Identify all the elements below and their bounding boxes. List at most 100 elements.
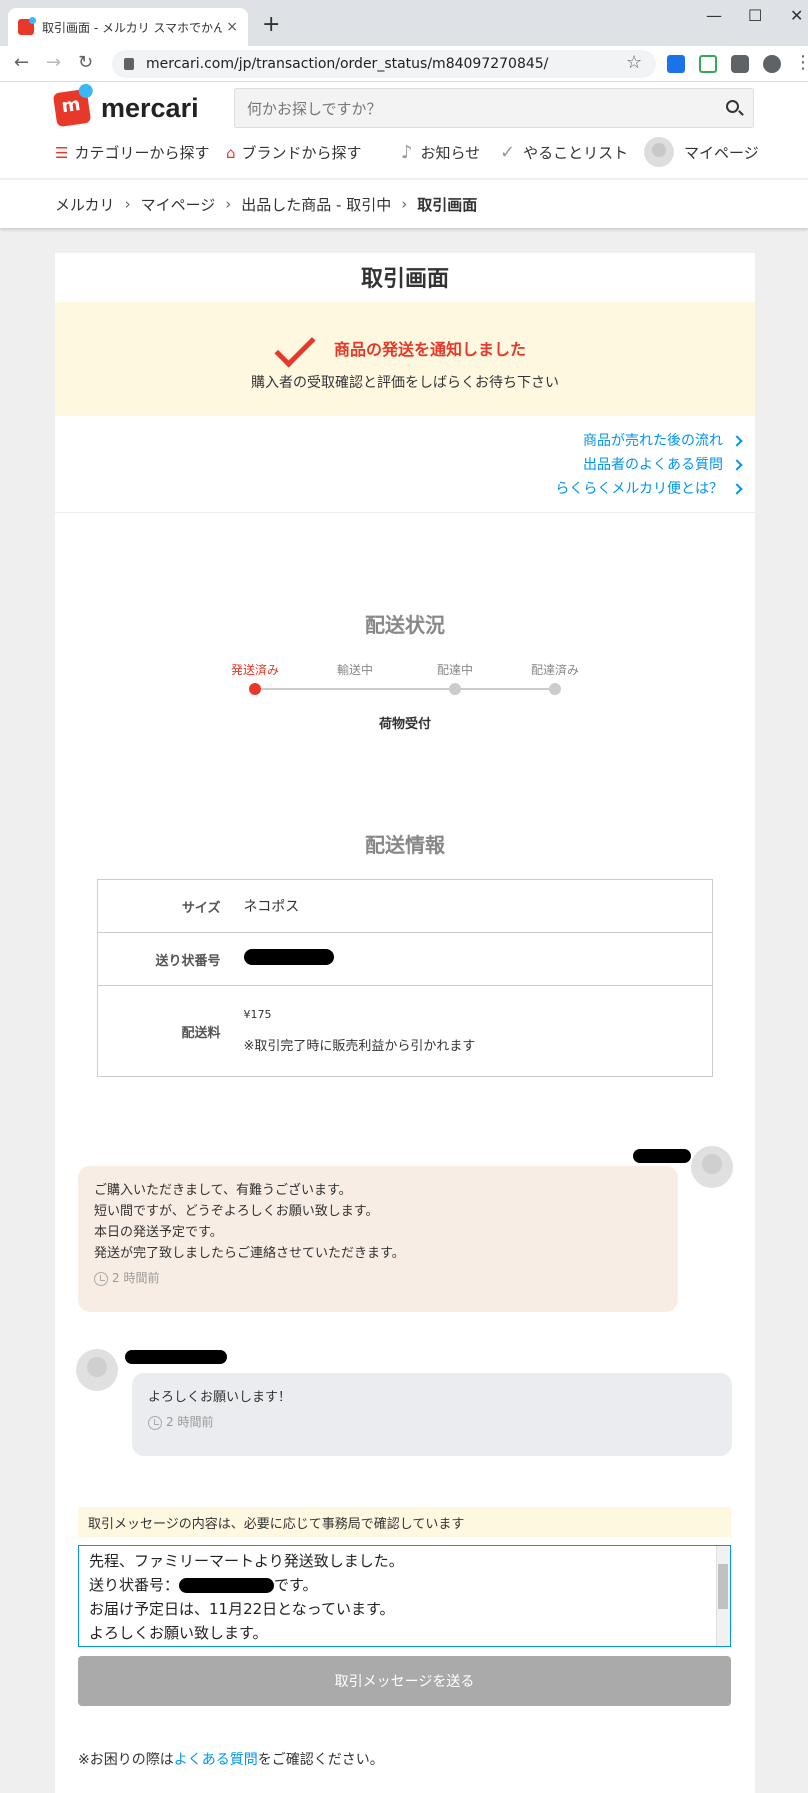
tab-title: 取引画面 - メルカリ スマホでかんたん フ [42, 20, 222, 35]
message-time: 2 時間前 [94, 1268, 662, 1289]
compose-line: お届け予定日は、11月22日となっています。 [89, 1600, 395, 1618]
tab-close-icon[interactable]: × [226, 19, 238, 35]
fee-label: 配送料 [97, 985, 243, 1077]
checkmark-icon [274, 326, 316, 368]
window-close-icon[interactable]: ✕ [790, 6, 803, 25]
message-line: 短い間ですが、どうぞよろしくお願い致します。 [94, 1204, 379, 1219]
chevron-right-icon [731, 459, 743, 471]
buyer-avatar [76, 1349, 118, 1391]
reload-icon[interactable]: ↻ [78, 52, 93, 73]
profile-icon[interactable] [763, 55, 781, 73]
transaction-card: 取引画面 商品の発送を通知しました 購入者の受取確認と評価をしばらくお待ち下さい… [55, 253, 755, 1793]
step-label-shipped: 発送済み [230, 663, 279, 677]
size-value: ネコポス [243, 899, 300, 915]
chevron-right-icon: › [225, 195, 232, 213]
compose-line: よろしくお願い致します。 [89, 1624, 268, 1642]
shipping-status-text: 荷物受付 [378, 717, 431, 732]
shipping-status-title: 配送状況 [365, 613, 445, 637]
search-icon[interactable] [726, 100, 739, 113]
breadcrumb-item-current: 取引画面 [417, 195, 478, 214]
link-after-sale-flow[interactable]: 商品が売れた後の流れ [555, 429, 743, 453]
mercari-logo[interactable]: mercari [52, 83, 199, 128]
list-icon: ☰ [55, 143, 69, 162]
redacted-seller-name [633, 1149, 691, 1163]
step-label-delivered: 配達済み [530, 663, 579, 677]
new-tab-icon[interactable]: + [262, 12, 280, 37]
browser-toolbar: ← → ↻ mercari.com/jp/transaction/order_s… [0, 46, 808, 82]
mercari-favicon-icon [18, 17, 36, 35]
compose-line: 送り状番号： です。 [89, 1576, 318, 1594]
nav-todo[interactable]: ✓ やることリスト [500, 142, 628, 163]
notice-title: 商品の発送を通知しました [334, 340, 527, 359]
nav-mypage-label: マイページ [684, 143, 759, 162]
help-suffix: をご確認ください。 [257, 1752, 384, 1768]
lock-icon [124, 58, 134, 70]
clock-icon [94, 1271, 108, 1286]
extensions-puzzle-icon[interactable] [731, 55, 749, 73]
extension-snowflake-icon[interactable] [667, 55, 685, 73]
bell-icon: ♪ [401, 142, 413, 163]
table-row: 配送料 ¥175 ※取引完了時に販売利益から引かれます [97, 985, 713, 1077]
nav-category[interactable]: ☰ カテゴリーから探す [55, 142, 209, 163]
redacted-tracking-number [243, 949, 334, 965]
nav-category-label: カテゴリーから探す [74, 144, 210, 162]
chevron-right-icon [731, 483, 743, 495]
breadcrumb-item-listed[interactable]: 出品した商品 - 取引中 [241, 194, 391, 215]
link-seller-faq[interactable]: 出品者のよくある質問 [555, 453, 743, 477]
send-message-button[interactable]: 取引メッセージを送る [78, 1656, 731, 1706]
fee-value: ¥175 [243, 1008, 272, 1021]
message-line: よろしくお願いします！ [148, 1390, 292, 1405]
browser-tabbar: 取引画面 - メルカリ スマホでかんたん フ × + — ☐ ✕ [0, 0, 808, 46]
message-line: ご購入いただきまして、有難うございます。 [94, 1183, 352, 1198]
address-bar[interactable]: mercari.com/jp/transaction/order_status/… [112, 50, 656, 78]
check-icon: ✓ [500, 142, 516, 163]
tag-icon: ⌂ [226, 143, 236, 162]
scrollbar-thumb[interactable] [718, 1564, 728, 1609]
menu-icon[interactable]: ⋮ [794, 52, 808, 73]
help-prefix: ※お困りの際は [78, 1752, 174, 1768]
page-title: 取引画面 [360, 267, 449, 292]
browser-tab[interactable]: 取引画面 - メルカリ スマホでかんたん フ × [8, 8, 248, 46]
step-label-out-for-delivery: 配達中 [436, 663, 473, 677]
shipped-notice: 商品の発送を通知しました 購入者の受取確認と評価をしばらくお待ち下さい [55, 302, 755, 416]
forward-icon[interactable]: → [46, 52, 61, 73]
url-text: mercari.com/jp/transaction/order_status/… [146, 56, 549, 72]
nav-brand[interactable]: ⌂ ブランドから探す [226, 142, 362, 163]
textarea-scrollbar[interactable] [716, 1546, 730, 1646]
progress-track [255, 688, 555, 690]
step-dot-out-for-delivery [449, 683, 461, 695]
chevron-right-icon: › [124, 195, 131, 213]
nav-notifications[interactable]: ♪ お知らせ [401, 142, 480, 163]
table-row: 送り状番号 [97, 932, 713, 986]
breadcrumb-item-mypage[interactable]: マイページ [141, 194, 216, 215]
nav-todo-label: やることリスト [523, 144, 629, 162]
chevron-right-icon [731, 435, 743, 447]
step-dot-delivered [549, 683, 561, 695]
help-text: ※お困りの際はよくある質問をご確認ください。 [78, 1749, 384, 1769]
maximize-icon[interactable]: ☐ [748, 6, 762, 25]
step-label-in-transit: 輸送中 [336, 663, 373, 677]
faq-link[interactable]: よくある質問 [174, 1752, 258, 1768]
breadcrumb: メルカリ › マイページ › 出品した商品 - 取引中 › 取引画面 [0, 180, 808, 228]
chevron-right-icon: › [401, 195, 408, 213]
minimize-icon[interactable]: — [706, 6, 722, 25]
nav-notifications-label: お知らせ [420, 144, 481, 162]
table-row: サイズ ネコポス [98, 880, 713, 933]
moderation-warning: 取引メッセージの内容は、必要に応じて事務局で確認しています [78, 1507, 731, 1537]
message-time: 2 時間前 [148, 1412, 716, 1433]
site-header: mercari 何かお探しですか？ ☰ カテゴリーから探す ⌂ ブランドから探す… [0, 82, 808, 178]
search-input[interactable]: 何かお探しですか？ [234, 88, 754, 128]
nav-mypage[interactable]: マイページ [644, 137, 759, 167]
fee-cell: ¥175 ※取引完了時に販売利益から引かれます [242, 985, 713, 1077]
bookmark-star-icon[interactable]: ☆ [626, 52, 642, 73]
breadcrumb-item-home[interactable]: メルカリ [55, 194, 115, 215]
shipping-info-table: サイズ ネコポス 送り状番号 配送料 ¥175 ※取引完了時に販売利益から引かれ… [97, 879, 713, 1077]
link-rakuraku-mercari[interactable]: らくらくメルカリ便とは？ [555, 477, 743, 501]
notice-subtitle: 購入者の受取確認と評価をしばらくお待ち下さい [251, 375, 559, 391]
seller-avatar [691, 1146, 733, 1188]
compose-line: 先程、ファミリーマートより発送致しました。 [89, 1552, 404, 1570]
back-icon[interactable]: ← [14, 52, 29, 73]
message-textarea[interactable]: 先程、ファミリーマートより発送致しました。 送り状番号： です。 お届け予定日は、… [78, 1545, 731, 1647]
step-dot-shipped [249, 683, 261, 695]
extension-calendar-icon[interactable] [699, 55, 717, 73]
